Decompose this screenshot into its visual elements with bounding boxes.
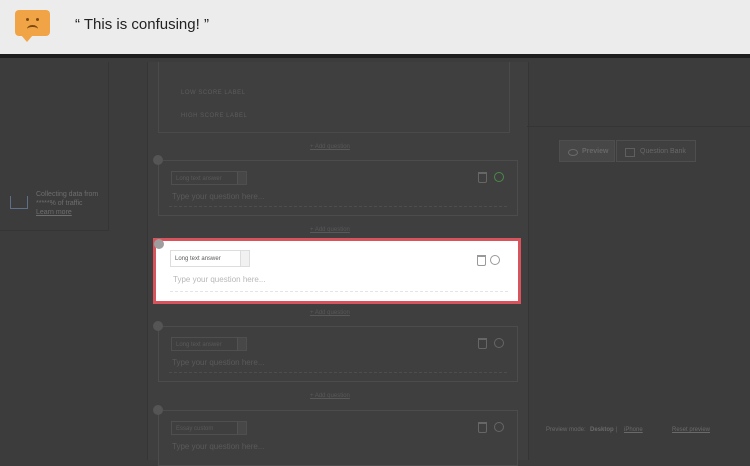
drag-handle-icon[interactable] bbox=[154, 239, 164, 249]
drag-handle-icon[interactable] bbox=[153, 155, 163, 165]
preview-button[interactable]: Preview bbox=[559, 140, 615, 162]
question-type-select[interactable]: Essay custom bbox=[171, 421, 247, 435]
question-type-select[interactable]: Long text answer bbox=[171, 171, 247, 185]
high-score-label[interactable]: HIGH SCORE LABEL bbox=[181, 113, 247, 119]
score-labels-box: LOW SCORE LABEL HIGH SCORE LABEL bbox=[158, 62, 510, 133]
add-question-link[interactable]: + Add question bbox=[310, 144, 350, 150]
drag-handle-icon[interactable] bbox=[153, 405, 163, 415]
mode-iphone-link[interactable]: iPhone bbox=[624, 427, 643, 433]
trash-icon[interactable] bbox=[478, 172, 487, 183]
trash-icon[interactable] bbox=[478, 338, 487, 349]
add-question-link[interactable]: + Add question bbox=[310, 393, 350, 399]
chevron-down-icon bbox=[237, 338, 246, 350]
trash-icon[interactable] bbox=[478, 422, 487, 433]
question-input[interactable]: Type your question here... bbox=[172, 358, 265, 367]
sad-face-icon bbox=[15, 10, 50, 42]
question-type-select[interactable]: Long text answer bbox=[170, 250, 250, 267]
add-question-link[interactable]: + Add question bbox=[310, 310, 350, 316]
mode-desktop[interactable]: Desktop bbox=[590, 427, 614, 433]
preview-header-area bbox=[527, 62, 750, 127]
trash-icon[interactable] bbox=[477, 255, 486, 266]
chevron-down-icon bbox=[237, 422, 246, 434]
question-type-select[interactable]: Long text answer bbox=[171, 337, 247, 351]
bank-icon bbox=[625, 148, 635, 157]
chart-icon bbox=[10, 196, 28, 209]
chevron-down-icon bbox=[237, 172, 246, 184]
question-input[interactable]: Type your question here... bbox=[173, 275, 266, 284]
feedback-banner: “ This is confusing! ” bbox=[0, 0, 750, 58]
copy-icon[interactable] bbox=[494, 338, 504, 348]
reset-preview-link[interactable]: Reset preview bbox=[672, 427, 710, 433]
question-card[interactable]: Long text answer Type your question here… bbox=[153, 155, 518, 216]
chevron-down-icon bbox=[240, 251, 249, 266]
learn-more-link[interactable]: Learn more bbox=[36, 208, 108, 217]
question-input[interactable]: Type your question here... bbox=[172, 442, 265, 451]
eye-icon bbox=[568, 149, 578, 156]
copy-icon[interactable] bbox=[494, 422, 504, 432]
collect-line1: Collecting data from bbox=[36, 191, 99, 198]
mode-separator: | bbox=[616, 427, 618, 433]
question-card[interactable]: Essay custom Type your question here... bbox=[153, 405, 518, 466]
copy-icon[interactable] bbox=[494, 172, 504, 182]
preview-mode-label: Preview mode: bbox=[546, 427, 586, 433]
copy-icon[interactable] bbox=[490, 255, 500, 265]
collect-line2: *****% of traffic bbox=[36, 200, 83, 207]
feedback-quote: “ This is confusing! ” bbox=[75, 16, 209, 33]
low-score-label[interactable]: LOW SCORE LABEL bbox=[181, 90, 246, 96]
question-input[interactable]: Type your question here... bbox=[172, 192, 265, 201]
drag-handle-icon[interactable] bbox=[153, 321, 163, 331]
highlighted-question-card[interactable]: Long text answer Type your question here… bbox=[153, 238, 521, 304]
question-bank-button[interactable]: Question Bank bbox=[616, 140, 696, 162]
add-question-link[interactable]: + Add question bbox=[310, 227, 350, 233]
question-card[interactable]: Long text answer Type your question here… bbox=[153, 321, 518, 382]
